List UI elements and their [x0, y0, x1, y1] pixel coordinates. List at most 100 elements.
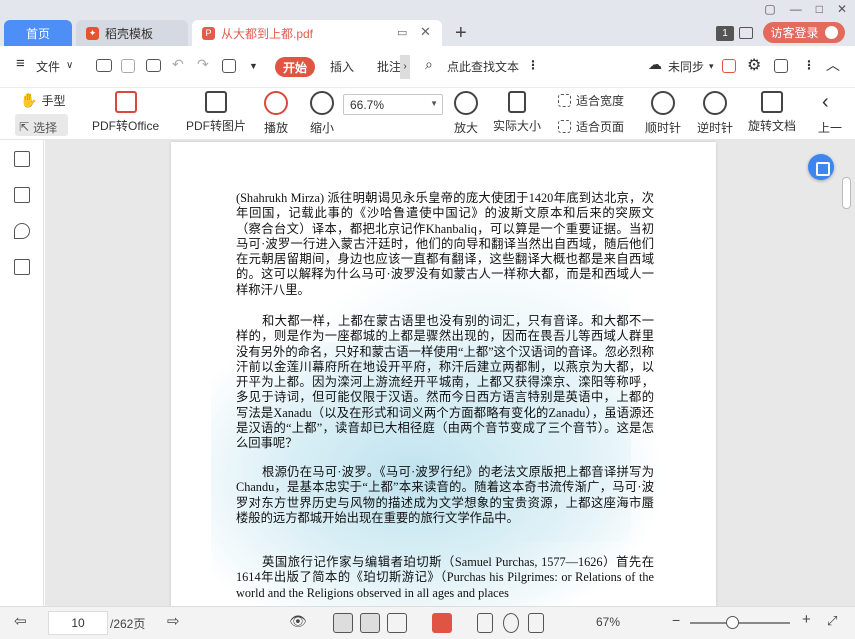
rotate-document-button[interactable]: 旋转文档: [748, 91, 796, 134]
zoom-in-icon[interactable]: +: [802, 611, 811, 628]
window-count-badge[interactable]: 1: [716, 26, 734, 41]
select-tool[interactable]: ⇱ 选择: [15, 114, 68, 136]
start-tab[interactable]: 开始: [275, 57, 315, 77]
rotate-clockwise-label: 顺时针: [645, 121, 682, 135]
convert-icon[interactable]: [222, 59, 236, 73]
more-options-icon[interactable]: ⋮: [527, 58, 539, 72]
actual-size-button[interactable]: 实际大小: [493, 91, 541, 134]
restore-icon[interactable]: ▢: [764, 2, 775, 16]
ribbon-toolbar: ✋ 手型 ⇱ 选择 PDF转Office PDF转图片 播放 缩小 66.7% …: [0, 88, 855, 140]
previous-page-icon[interactable]: ⇦: [14, 612, 27, 630]
outline-icon[interactable]: [14, 151, 30, 167]
zoom-slider[interactable]: [690, 622, 790, 624]
dual-page-icon[interactable]: [387, 613, 407, 633]
signature-icon[interactable]: [14, 259, 30, 275]
zoom-in-icon: [454, 91, 478, 115]
zoom-out-button[interactable]: 缩小: [310, 91, 334, 136]
share-icon[interactable]: [722, 59, 736, 73]
rotate-counterclockwise-icon: [703, 91, 727, 115]
close-window-icon[interactable]: ✕: [837, 2, 847, 16]
eye-protection-icon[interactable]: 👁: [289, 613, 307, 630]
zoom-dropdown-icon: ▼: [430, 99, 438, 108]
sync-dropdown-icon[interactable]: ▾: [709, 61, 714, 72]
pdf-to-office-label: PDF转Office: [92, 119, 160, 133]
fit-page-icon: [558, 120, 571, 133]
floating-tool-button[interactable]: [808, 154, 834, 180]
total-pages: /262页: [110, 617, 146, 631]
insert-tab[interactable]: 插入: [330, 58, 354, 75]
hand-tool[interactable]: ✋ 手型: [20, 92, 65, 109]
sync-status[interactable]: 未同步: [668, 58, 704, 75]
left-sidebar: [0, 140, 44, 606]
document-viewer[interactable]: (Shahrukh Mirza) 派往明朝谒见永乐皇帝的庞大使团于1420年底到…: [45, 140, 855, 606]
hamburger-icon[interactable]: ≡: [16, 55, 25, 72]
chevron-left-icon: ‹: [822, 91, 829, 113]
zoom-in-button[interactable]: 放大: [454, 91, 478, 136]
fit-width-button[interactable]: 适合宽度: [558, 92, 624, 109]
fit-icon[interactable]: [503, 613, 519, 633]
zoom-percentage[interactable]: 67%: [596, 615, 620, 629]
play-button[interactable]: 播放: [264, 91, 288, 136]
zoom-select[interactable]: 66.7% ▼: [343, 94, 443, 115]
rotate-clockwise-icon: [651, 91, 675, 115]
zoom-slider-handle[interactable]: [726, 616, 739, 629]
continuous-page-icon[interactable]: [360, 613, 380, 633]
minimize-icon[interactable]: —: [790, 2, 802, 16]
tab-template[interactable]: ✦ 稻壳模板: [76, 20, 188, 46]
single-page-icon[interactable]: [333, 613, 353, 633]
fit-width-icon: [558, 94, 571, 107]
tab-home[interactable]: 首页: [4, 20, 72, 46]
pdf-to-image-button[interactable]: PDF转图片: [186, 91, 246, 134]
settings-gear-icon[interactable]: ⚙: [747, 55, 761, 75]
file-menu[interactable]: 文件: [36, 58, 60, 75]
window-mode-icon[interactable]: ▭: [397, 26, 407, 39]
chevron-down-icon[interactable]: ∨: [66, 60, 73, 71]
fit-page-button[interactable]: 适合页面: [558, 118, 624, 135]
annotate-tab[interactable]: 批注: [377, 58, 401, 75]
undo-icon[interactable]: ↶: [172, 56, 184, 73]
fit-page-label: 适合页面: [576, 120, 625, 134]
rotate-counterclockwise-label: 逆时针: [697, 121, 734, 135]
actual-size-icon: [508, 91, 526, 113]
play-icon[interactable]: [432, 613, 452, 633]
next-page-icon[interactable]: ⇨: [167, 612, 180, 630]
scrollbar-thumb[interactable]: [842, 177, 851, 209]
rotate-document-icon: [761, 91, 783, 113]
more-dropdown-icon[interactable]: ▼: [249, 61, 258, 71]
fit-width-icon[interactable]: [528, 613, 544, 633]
search-icon[interactable]: ⌕: [425, 56, 433, 73]
new-tab-icon[interactable]: +: [455, 22, 467, 45]
thumbnail-icon[interactable]: [14, 187, 30, 203]
pdf-file-icon: P: [202, 26, 215, 40]
fullscreen-icon[interactable]: ⤢: [827, 613, 837, 629]
zoom-out-icon[interactable]: −: [672, 612, 680, 628]
actual-size-icon[interactable]: [477, 613, 493, 633]
search-text[interactable]: 点此查找文本: [447, 58, 519, 75]
close-tab-icon[interactable]: ✕: [420, 24, 431, 40]
rotate-clockwise-button[interactable]: 顺时针: [645, 91, 681, 136]
window-controls: ▢ — □ ✕: [764, 0, 847, 18]
annotation-icon[interactable]: [14, 223, 30, 239]
layout-icon[interactable]: [739, 27, 753, 39]
collapse-ribbon-icon[interactable]: ︿: [826, 55, 840, 75]
pdf-to-office-icon: [114, 91, 137, 113]
scroll-tabs-icon[interactable]: ›: [400, 55, 410, 79]
skin-icon[interactable]: [774, 59, 788, 73]
cloud-sync-icon[interactable]: ☁: [648, 56, 662, 73]
page-number-input[interactable]: 10: [48, 611, 108, 635]
save-icon[interactable]: [121, 59, 135, 73]
status-bar: ⇦ 10 /262页 ⇨ 👁 67% − + ⤢: [0, 606, 855, 639]
rotate-counterclockwise-button[interactable]: 逆时针: [697, 91, 733, 136]
open-folder-icon[interactable]: [96, 59, 112, 72]
tab-document[interactable]: P 从大都到上都.pdf ▭ ✕: [192, 20, 442, 46]
login-button[interactable]: 访客登录: [763, 22, 845, 43]
more-menu-icon[interactable]: ⋮: [803, 58, 815, 72]
previous-page-button[interactable]: ‹ 上一: [818, 91, 842, 136]
maximize-icon[interactable]: □: [816, 2, 823, 16]
redo-icon[interactable]: ↷: [197, 56, 209, 73]
login-label: 访客登录: [770, 26, 819, 40]
print-icon[interactable]: [146, 59, 161, 72]
paragraph: 英国旅行记作家与编辑者珀切斯（Samuel Purchas, 1577—1626…: [236, 555, 654, 600]
pdf-to-office-button[interactable]: PDF转Office: [92, 91, 159, 134]
previous-page-label: 上一: [818, 121, 843, 135]
